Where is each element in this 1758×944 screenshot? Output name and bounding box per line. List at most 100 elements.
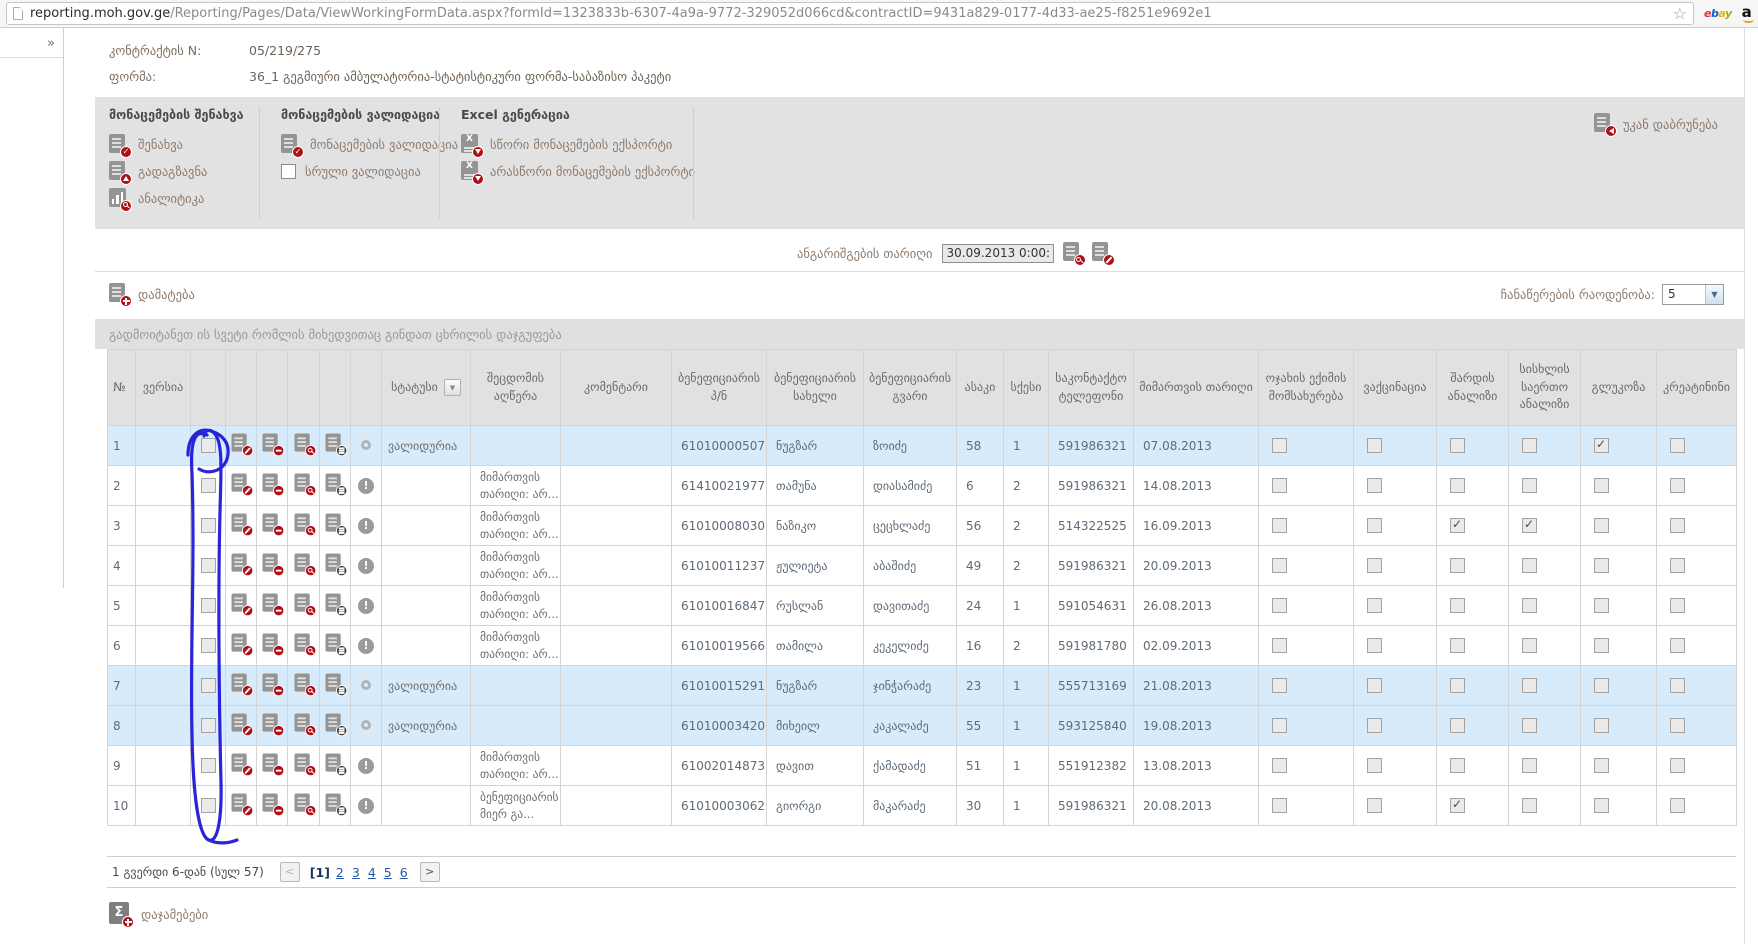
edit-row-button[interactable]	[232, 434, 251, 455]
row-select-checkbox[interactable]	[201, 438, 216, 453]
edit-row-button[interactable]	[232, 554, 251, 575]
delete-row-button[interactable]	[263, 794, 282, 815]
column-header[interactable]: სქესი	[1004, 350, 1049, 426]
blood-test-checkbox[interactable]	[1522, 718, 1537, 733]
view-row-button[interactable]	[294, 474, 313, 495]
vaccination-checkbox[interactable]	[1367, 518, 1382, 533]
row-select-checkbox[interactable]	[201, 478, 216, 493]
view-row-button[interactable]	[294, 634, 313, 655]
glucose-checkbox[interactable]	[1594, 798, 1609, 813]
vaccination-checkbox[interactable]	[1367, 558, 1382, 573]
column-header[interactable]: სტატუსი▼	[382, 350, 471, 426]
menu-row-button[interactable]	[326, 594, 345, 615]
delete-row-button[interactable]	[263, 594, 282, 615]
row-select-checkbox[interactable]	[201, 758, 216, 773]
column-header[interactable]: ოჯახის ექიმის მომსახურება	[1259, 350, 1354, 426]
date-picker-button[interactable]	[1063, 242, 1083, 264]
urine-test-checkbox[interactable]	[1450, 438, 1465, 453]
blood-test-checkbox[interactable]	[1522, 678, 1537, 693]
view-row-button[interactable]	[294, 594, 313, 615]
group-by-dropzone[interactable]: გადმოიტანეთ ის სვეტი რომლის მიხედვითაც გ…	[95, 319, 1744, 349]
creatinine-checkbox[interactable]	[1670, 558, 1685, 573]
family-doctor-checkbox[interactable]	[1272, 558, 1287, 573]
menu-row-button[interactable]	[326, 434, 345, 455]
column-header[interactable]: ასაკი	[957, 350, 1004, 426]
status-filter-button[interactable]: ▼	[444, 379, 461, 396]
menu-row-button[interactable]	[326, 714, 345, 735]
page-link-4[interactable]: 4	[368, 865, 376, 880]
sidebar-expand-icon[interactable]: »	[47, 36, 55, 51]
vaccination-checkbox[interactable]	[1367, 678, 1382, 693]
row-select-checkbox[interactable]	[201, 798, 216, 813]
edit-row-button[interactable]	[232, 474, 251, 495]
full-validation-checkbox[interactable]	[281, 164, 296, 179]
blood-test-checkbox[interactable]	[1522, 638, 1537, 653]
urine-test-checkbox[interactable]	[1450, 598, 1465, 613]
column-header[interactable]: შარდის ანალიზი	[1437, 350, 1509, 426]
vaccination-checkbox[interactable]	[1367, 478, 1382, 493]
next-page-button[interactable]: >	[420, 862, 440, 882]
blood-test-checkbox[interactable]	[1522, 798, 1537, 813]
delete-row-button[interactable]	[263, 674, 282, 695]
view-row-button[interactable]	[294, 674, 313, 695]
blood-test-checkbox[interactable]	[1522, 478, 1537, 493]
column-header[interactable]: ბენეფიციარის პ/ნ	[672, 350, 767, 426]
creatinine-checkbox[interactable]	[1670, 478, 1685, 493]
urine-test-checkbox[interactable]: ✓	[1450, 798, 1465, 813]
column-header[interactable]: ვერსია	[136, 350, 191, 426]
menu-row-button[interactable]	[326, 554, 345, 575]
creatinine-checkbox[interactable]	[1670, 678, 1685, 693]
delete-row-button[interactable]	[263, 634, 282, 655]
delete-row-button[interactable]	[263, 474, 282, 495]
vaccination-checkbox[interactable]	[1367, 758, 1382, 773]
column-header[interactable]: №	[108, 350, 136, 426]
creatinine-checkbox[interactable]	[1670, 718, 1685, 733]
edit-row-button[interactable]	[232, 594, 251, 615]
row-select-checkbox[interactable]	[201, 678, 216, 693]
view-row-button[interactable]	[294, 514, 313, 535]
column-header[interactable]: ვაქცინაცია	[1354, 350, 1437, 426]
glucose-checkbox[interactable]	[1594, 678, 1609, 693]
glucose-checkbox[interactable]	[1594, 718, 1609, 733]
column-header[interactable]: კომენტარი	[561, 350, 672, 426]
add-record-button[interactable]: დამატება	[109, 283, 195, 305]
column-header[interactable]: შეცდომის აღწერა	[471, 350, 561, 426]
vaccination-checkbox[interactable]	[1367, 638, 1382, 653]
column-header[interactable]: მიმართვის თარიღი	[1134, 350, 1259, 426]
edit-row-button[interactable]	[232, 634, 251, 655]
excel-export-invalid-button[interactable]: Xარასწორი მონაცემების ექსპორტი	[461, 158, 695, 185]
column-header[interactable]: გლუკოზა	[1581, 350, 1657, 426]
row-select-checkbox[interactable]	[201, 598, 216, 613]
page-link-2[interactable]: 2	[336, 865, 344, 880]
blood-test-checkbox[interactable]: ✓	[1522, 518, 1537, 533]
family-doctor-checkbox[interactable]	[1272, 438, 1287, 453]
creatinine-checkbox[interactable]	[1670, 438, 1685, 453]
family-doctor-checkbox[interactable]	[1272, 518, 1287, 533]
excel-export-valid-button[interactable]: Xსწორი მონაცემების ექსპორტი	[461, 131, 695, 158]
blood-test-checkbox[interactable]	[1522, 558, 1537, 573]
back-button[interactable]: უკან დაბრუნება	[1594, 113, 1718, 135]
menu-row-button[interactable]	[326, 634, 345, 655]
delete-row-button[interactable]	[263, 714, 282, 735]
family-doctor-checkbox[interactable]	[1272, 598, 1287, 613]
validate-data-button[interactable]: ✓ მონაცემების ვალიდაცია	[281, 131, 458, 158]
row-select-checkbox[interactable]	[201, 558, 216, 573]
creatinine-checkbox[interactable]	[1670, 518, 1685, 533]
full-validation-option[interactable]: სრული ვალიდაცია	[281, 158, 458, 185]
column-header[interactable]: საკონტაქტო ტელეფონი	[1049, 350, 1134, 426]
amazon-bookmark-icon[interactable]: a	[1742, 5, 1752, 23]
row-select-checkbox[interactable]	[201, 718, 216, 733]
view-row-button[interactable]	[294, 754, 313, 775]
vaccination-checkbox[interactable]	[1367, 718, 1382, 733]
menu-row-button[interactable]	[326, 514, 345, 535]
blood-test-checkbox[interactable]	[1522, 598, 1537, 613]
menu-row-button[interactable]	[326, 474, 345, 495]
vaccination-checkbox[interactable]	[1367, 598, 1382, 613]
view-row-button[interactable]	[294, 554, 313, 575]
date-edit-button[interactable]	[1092, 242, 1112, 264]
delete-row-button[interactable]	[263, 754, 282, 775]
menu-row-button[interactable]	[326, 794, 345, 815]
menu-row-button[interactable]	[326, 754, 345, 775]
analytics-button[interactable]: ანალიტიკა	[109, 185, 244, 212]
view-row-button[interactable]	[294, 714, 313, 735]
